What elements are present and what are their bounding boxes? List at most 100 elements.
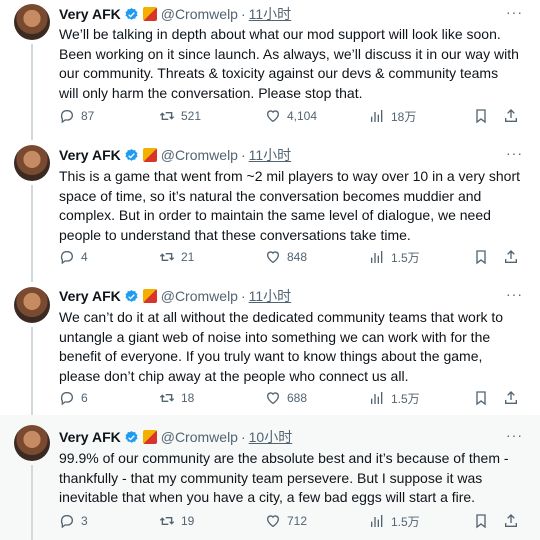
tweet-header: Very AFK @Cromwelp · 11小时 <box>59 287 291 305</box>
views-button[interactable]: 1.5万 <box>369 511 420 531</box>
verified-icon <box>125 289 138 302</box>
like-icon <box>266 515 280 528</box>
more-icon[interactable]: ··· <box>506 428 522 446</box>
author-name[interactable]: Very AFK <box>59 147 121 163</box>
author-name[interactable]: Very AFK <box>59 6 121 22</box>
more-icon[interactable]: ··· <box>506 146 522 164</box>
reply-button[interactable]: 6 <box>59 388 88 408</box>
share-icon <box>505 514 517 527</box>
retweet-button[interactable]: 21 <box>159 247 194 267</box>
tweet-header: Very AFK @Cromwelp · 11小时 <box>59 146 291 164</box>
tweet[interactable]: Very AFK @Cromwelp · 11小时 ··· This is a … <box>0 140 540 282</box>
like-button[interactable]: 848 <box>265 247 307 267</box>
reply-count: 3 <box>81 514 88 528</box>
verified-icon <box>125 148 138 161</box>
author-handle[interactable]: @Cromwelp <box>161 147 238 163</box>
thread-line <box>31 185 33 282</box>
thread-line <box>31 327 33 415</box>
reply-count: 87 <box>81 109 95 123</box>
tweet[interactable]: Very AFK @Cromwelp · 11小时 ··· We can’t d… <box>0 282 540 415</box>
retweet-count: 21 <box>181 250 195 264</box>
retweet-icon <box>159 394 175 402</box>
author-handle[interactable]: @Cromwelp <box>161 6 238 22</box>
timestamp[interactable]: 11小时 <box>249 286 292 306</box>
share-button[interactable] <box>503 247 519 267</box>
game-badge-icon <box>142 430 157 444</box>
bookmark-icon <box>476 250 486 265</box>
bookmark-button[interactable] <box>473 388 489 408</box>
views-icon <box>371 110 383 122</box>
bookmark-button[interactable] <box>473 511 489 531</box>
like-button[interactable]: 688 <box>265 388 307 408</box>
tweet[interactable]: Very AFK @Cromwelp · 11小时 ··· We’ll be t… <box>0 0 540 140</box>
reply-button[interactable]: 3 <box>59 511 88 531</box>
reply-icon <box>60 392 73 406</box>
separator-dot: · <box>240 6 246 22</box>
game-badge-icon <box>142 289 157 303</box>
author-handle[interactable]: @Cromwelp <box>161 429 238 445</box>
thread-line <box>31 465 33 540</box>
retweet-button[interactable]: 19 <box>159 511 194 531</box>
more-icon[interactable]: ··· <box>506 5 522 23</box>
reply-icon <box>60 515 73 529</box>
verified-icon <box>125 430 138 443</box>
separator-dot: · <box>240 429 246 445</box>
separator-dot: · <box>240 288 246 304</box>
reply-button[interactable]: 4 <box>59 247 88 267</box>
tweet-text: We can’t do it at all without the dedica… <box>59 309 504 384</box>
retweet-button[interactable]: 521 <box>159 106 201 126</box>
view-count: 1.5万 <box>391 391 420 406</box>
like-count: 848 <box>287 250 308 264</box>
share-icon <box>505 391 517 404</box>
action-bar: 87 521 4,104 18万 <box>59 106 524 126</box>
bookmark-icon <box>476 109 486 124</box>
tweet-header: Very AFK @Cromwelp · 11小时 <box>59 5 291 23</box>
avatar[interactable] <box>14 287 50 323</box>
reply-count: 6 <box>81 391 88 405</box>
like-button[interactable]: 712 <box>265 511 307 531</box>
views-button[interactable]: 1.5万 <box>369 247 420 267</box>
avatar[interactable] <box>14 145 50 181</box>
share-button[interactable] <box>503 106 519 126</box>
tweet-text: We’ll be talking in depth about what our… <box>59 26 519 101</box>
retweet-icon <box>159 517 175 525</box>
views-button[interactable]: 1.5万 <box>369 388 420 408</box>
reply-count: 4 <box>81 250 88 264</box>
author-name[interactable]: Very AFK <box>59 288 121 304</box>
like-icon <box>266 110 280 123</box>
reply-button[interactable]: 87 <box>59 106 94 126</box>
author-name[interactable]: Very AFK <box>59 429 121 445</box>
bookmark-button[interactable] <box>473 247 489 267</box>
views-icon <box>371 251 383 263</box>
tweet-text: 99.9% of our community are the absolute … <box>59 450 509 505</box>
action-bar: 3 19 712 1.5万 <box>59 511 524 531</box>
like-count: 688 <box>287 391 308 405</box>
avatar[interactable] <box>14 425 50 461</box>
game-badge-icon <box>142 148 157 162</box>
tweet-highlighted[interactable]: Very AFK @Cromwelp · 10小时 ··· 99.9% of o… <box>0 415 540 540</box>
retweet-icon <box>159 112 175 120</box>
avatar[interactable] <box>14 4 50 40</box>
like-icon <box>266 392 280 405</box>
bookmark-icon <box>476 391 486 406</box>
views-icon <box>371 515 383 527</box>
views-button[interactable]: 18万 <box>369 106 416 126</box>
timestamp[interactable]: 10小时 <box>249 427 293 447</box>
like-icon <box>266 251 280 264</box>
share-button[interactable] <box>503 388 519 408</box>
reply-icon <box>60 110 73 124</box>
like-button[interactable]: 4,104 <box>265 106 317 126</box>
timestamp[interactable]: 11小时 <box>249 145 292 165</box>
separator-dot: · <box>240 147 246 163</box>
view-count: 1.5万 <box>391 250 420 265</box>
action-bar: 4 21 848 1.5万 <box>59 247 524 267</box>
retweet-count: 19 <box>181 514 195 528</box>
share-button[interactable] <box>503 511 519 531</box>
timestamp[interactable]: 11小时 <box>249 4 292 24</box>
retweet-button[interactable]: 18 <box>159 388 194 408</box>
author-handle[interactable]: @Cromwelp <box>161 288 238 304</box>
bookmark-button[interactable] <box>473 106 489 126</box>
verified-icon <box>125 7 138 20</box>
game-badge-icon <box>142 7 157 21</box>
more-icon[interactable]: ··· <box>506 287 522 305</box>
